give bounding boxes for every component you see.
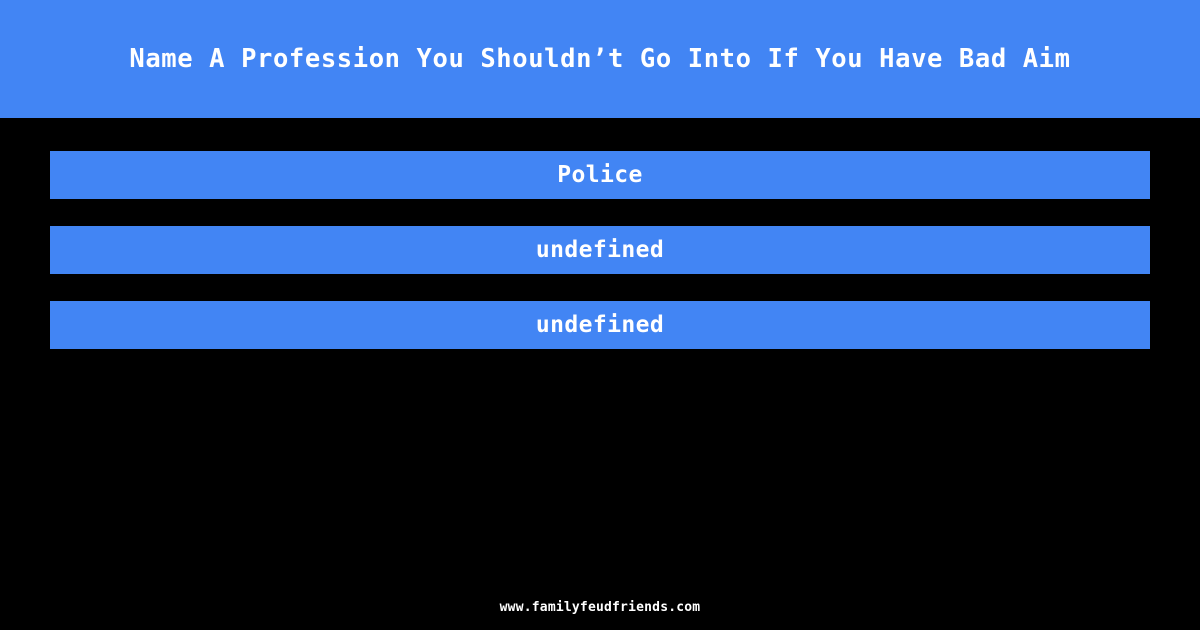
family-feud-answer-card: Name A Profession You Shouldn’t Go Into … bbox=[0, 0, 1200, 630]
answer-list: Police undefined undefined bbox=[50, 151, 1150, 349]
answer-row-3[interactable]: undefined bbox=[50, 301, 1150, 349]
answer-text-2: undefined bbox=[535, 237, 665, 263]
site-url: www.familyfeudfriends.com bbox=[499, 600, 701, 615]
page-title: Name A Profession You Shouldn’t Go Into … bbox=[129, 43, 1071, 74]
answer-text-1: Police bbox=[557, 162, 643, 188]
footer: www.familyfeudfriends.com bbox=[0, 596, 1200, 615]
answer-row-2[interactable]: undefined bbox=[50, 226, 1150, 274]
answer-row-1[interactable]: Police bbox=[50, 151, 1150, 199]
answer-text-3: undefined bbox=[535, 312, 665, 338]
question-banner: Name A Profession You Shouldn’t Go Into … bbox=[0, 0, 1200, 118]
